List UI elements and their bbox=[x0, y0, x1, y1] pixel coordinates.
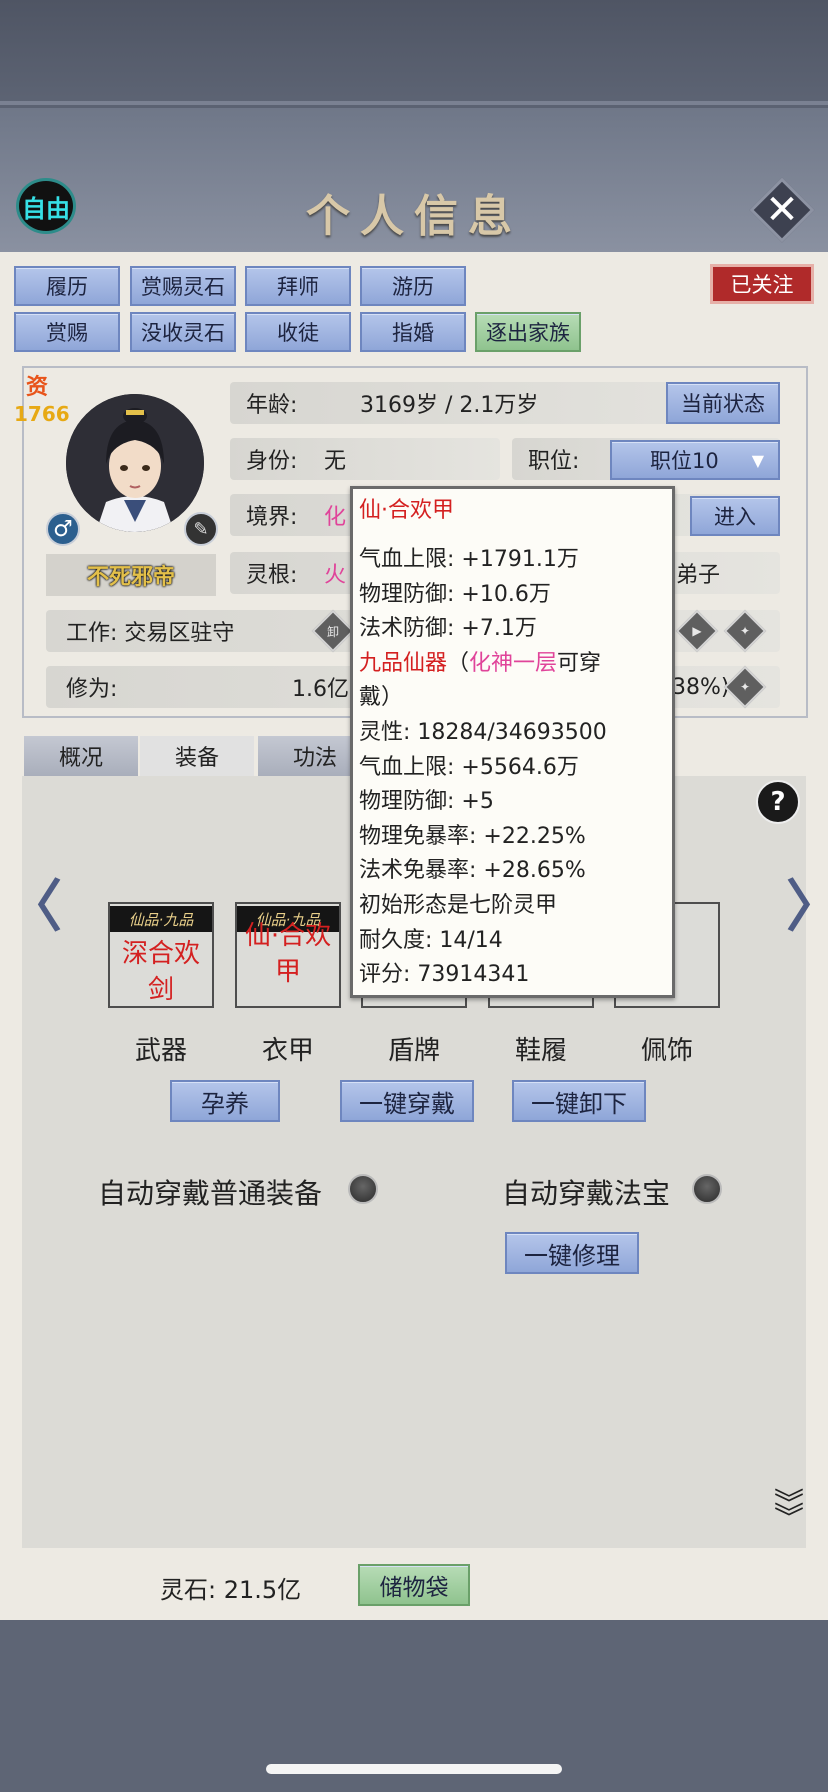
work-label: 工作: 交易区驻守 bbox=[66, 621, 235, 646]
brush-icon[interactable]: ✎ bbox=[184, 512, 218, 546]
disciple-text: 弟子 bbox=[676, 563, 721, 588]
tooltip-durability: 耐久度: 14/14 bbox=[359, 927, 503, 953]
shield-label: 盾牌 bbox=[387, 1036, 440, 1066]
tab-overview[interactable]: 概况 bbox=[24, 736, 138, 776]
character-name[interactable]: 不死邪帝 bbox=[46, 554, 216, 596]
item-tooltip: 仙·合欢甲 气血上限: +1791.1万 物理防御: +10.6万 法术防御: … bbox=[350, 486, 675, 998]
chevron-down-icon: ▼ bbox=[751, 450, 764, 470]
scroll-down-icon[interactable]: ︾ ︾ bbox=[774, 1490, 804, 1534]
cultivation-percent: 38%) bbox=[672, 674, 730, 700]
character-portrait-icon bbox=[66, 394, 204, 532]
auto-equip-normal-toggle[interactable] bbox=[348, 1174, 378, 1204]
tooltip-phys-def-2: 物理防御: +5 bbox=[359, 789, 494, 815]
tooltip-hp-max-2: 气血上限: +5564.6万 bbox=[359, 754, 579, 780]
age-label: 年龄: bbox=[246, 393, 298, 418]
arrow-right-icon[interactable]: 〉 bbox=[786, 862, 828, 943]
expel-family-button[interactable]: 逐出家族 bbox=[475, 312, 581, 352]
current-state-button[interactable]: 当前状态 bbox=[666, 382, 780, 424]
identity-field: 身份: 无 bbox=[230, 438, 500, 480]
app-root: 自由 个人信息 ✕ 履历 赏赐灵石 拜师 游历 已关注 赏赐 没收灵石 收徒 指… bbox=[0, 0, 828, 1792]
position-label: 职位: bbox=[528, 449, 580, 474]
equip-all-button[interactable]: 一键穿戴 bbox=[340, 1080, 474, 1122]
travel-button[interactable]: 游历 bbox=[360, 266, 466, 306]
arrow-left-icon[interactable]: 〈 bbox=[6, 862, 62, 943]
root-value: 火 bbox=[324, 563, 347, 588]
cultivation-value: 1.6亿 bbox=[292, 677, 349, 702]
arrange-marriage-button[interactable]: 指婚 bbox=[360, 312, 466, 352]
close-button[interactable]: ✕ bbox=[749, 177, 815, 243]
compass-glyph-icon: ✦ bbox=[739, 624, 751, 638]
confiscate-stone-button[interactable]: 没收灵石 bbox=[130, 312, 236, 352]
position-value: 职位10 bbox=[650, 449, 719, 473]
armor-slot[interactable]: 仙品·九品 仙·合欢甲 bbox=[235, 902, 341, 1008]
tooltip-spirit: 灵性: 18284/34693500 bbox=[359, 719, 607, 745]
nurture-button[interactable]: 孕养 bbox=[170, 1080, 280, 1122]
weapon-grade-tag: 仙品·九品 bbox=[110, 906, 212, 932]
weapon-slot[interactable]: 仙品·九品 深合欢剑 bbox=[108, 902, 214, 1008]
tooltip-phys-crit-res: 物理免暴率: +22.25% bbox=[359, 823, 586, 849]
tooltip-requirement-cont: 戴） bbox=[359, 685, 404, 711]
storage-bag-button[interactable]: 储物袋 bbox=[358, 1564, 470, 1606]
help-icon[interactable]: ? bbox=[756, 780, 800, 824]
tooltip-requirement: 九品仙器（化神一层可穿 bbox=[359, 650, 602, 676]
reward-stone-button[interactable]: 赏赐灵石 bbox=[130, 266, 236, 306]
history-button[interactable]: 履历 bbox=[14, 266, 120, 306]
shoes-label: 鞋履 bbox=[514, 1036, 567, 1066]
identity-label: 身份: bbox=[246, 449, 298, 474]
enter-button[interactable]: 进入 bbox=[690, 496, 780, 536]
breakthrough-glyph-icon: ✦ bbox=[739, 680, 751, 694]
identity-value: 无 bbox=[324, 449, 347, 474]
aptitude-label: 资 bbox=[26, 375, 49, 400]
auto-equip-treasure-toggle[interactable] bbox=[692, 1174, 722, 1204]
tooltip-magic-def: 法术防御: +7.1万 bbox=[359, 616, 537, 642]
realm-value: 化 bbox=[324, 505, 347, 530]
avatar-portrait bbox=[66, 394, 204, 532]
armor-name: 仙·合欢甲 bbox=[244, 921, 332, 987]
unload-label: 卸 bbox=[326, 624, 339, 639]
root-label: 灵根: bbox=[246, 563, 298, 588]
cultivation-label: 修为: bbox=[66, 677, 118, 702]
tooltip-hp-max: 气血上限: +1791.1万 bbox=[359, 547, 579, 572]
armor-label: 衣甲 bbox=[261, 1036, 314, 1066]
tab-equipment[interactable]: 装备 bbox=[140, 736, 254, 776]
tooltip-initial-form: 初始形态是七阶灵甲 bbox=[359, 892, 558, 918]
age-value: 3169岁 / 2.1万岁 bbox=[360, 393, 539, 418]
tooltip-title: 仙·合欢甲 bbox=[359, 498, 454, 523]
position-select[interactable]: 职位10 ▼ bbox=[610, 440, 780, 480]
home-indicator[interactable] bbox=[266, 1764, 562, 1774]
male-gender-icon: ♂ bbox=[46, 512, 80, 546]
repair-all-button[interactable]: 一键修理 bbox=[505, 1232, 639, 1274]
realm-label: 境界: bbox=[246, 505, 298, 530]
auto-equip-treasure-label: 自动穿戴法宝 bbox=[502, 1177, 671, 1210]
page-title: 个人信息 bbox=[306, 191, 522, 242]
reward-button[interactable]: 赏赐 bbox=[14, 312, 120, 352]
accessory-label: 佩饰 bbox=[640, 1036, 693, 1066]
tooltip-phys-def: 物理防御: +10.6万 bbox=[359, 581, 551, 607]
weapon-name: 深合欢剑 bbox=[121, 939, 200, 1005]
play-glyph-icon: ▶ bbox=[692, 624, 702, 638]
top-band bbox=[0, 0, 828, 105]
unequip-all-button[interactable]: 一键卸下 bbox=[512, 1080, 646, 1122]
close-icon: ✕ bbox=[765, 187, 799, 233]
weapon-label: 武器 bbox=[134, 1036, 187, 1066]
tooltip-score: 评分: 73914341 bbox=[359, 962, 530, 988]
auto-equip-normal-label: 自动穿戴普通装备 bbox=[98, 1177, 323, 1210]
followed-badge[interactable]: 已关注 bbox=[710, 264, 814, 304]
apprentice-button[interactable]: 拜师 bbox=[245, 266, 351, 306]
take-disciple-button[interactable]: 收徒 bbox=[245, 312, 351, 352]
spirit-stone-count: 灵石: 21.5亿 bbox=[160, 1576, 302, 1604]
tooltip-magic-crit-res: 法术免暴率: +28.65% bbox=[359, 858, 586, 884]
